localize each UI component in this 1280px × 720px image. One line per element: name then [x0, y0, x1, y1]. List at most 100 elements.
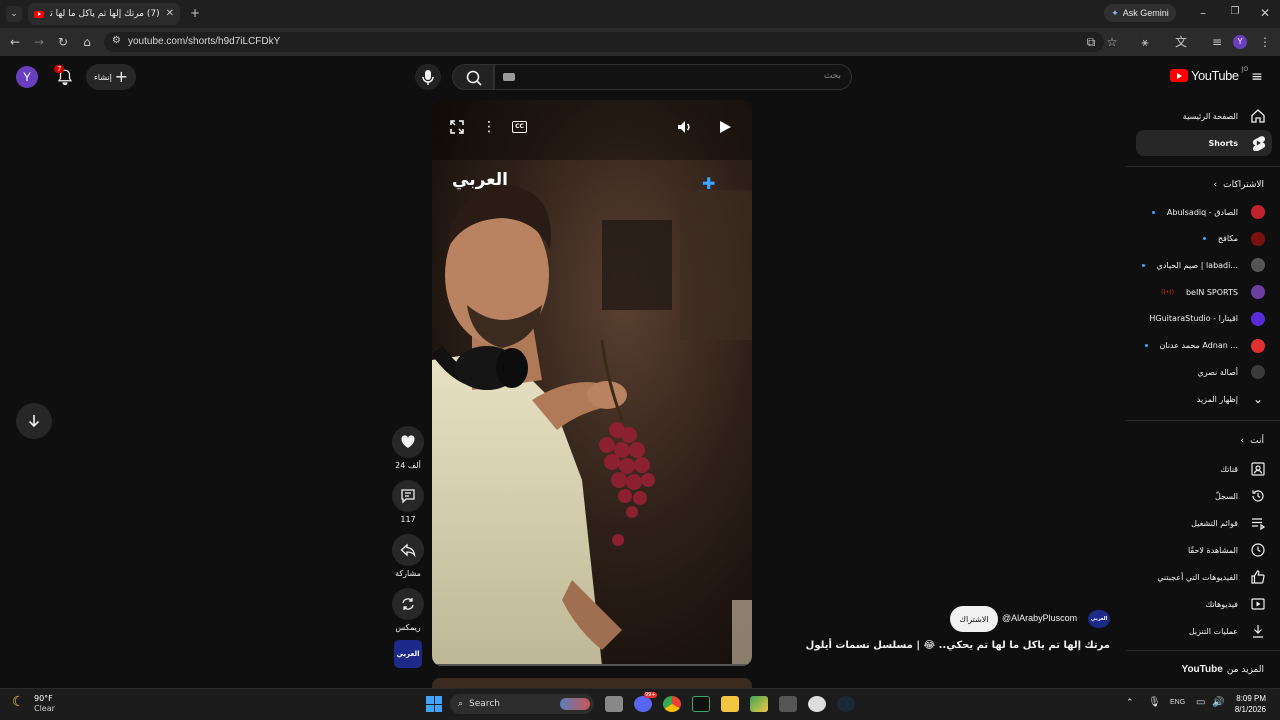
channel-avatar	[1251, 311, 1265, 326]
sidebar-channel-item[interactable]: ((•)) beIN SPORTS	[1126, 279, 1280, 305]
start-button[interactable]	[426, 696, 442, 712]
chrome-icon[interactable]	[663, 696, 681, 712]
guide-menu-icon[interactable]: ≡	[1250, 70, 1264, 84]
more-options-icon[interactable]: ⋮	[482, 120, 496, 134]
you-header[interactable]: ‹ أنت	[1241, 436, 1264, 446]
clock-time: 8:09 PM	[1236, 694, 1266, 703]
extensions-icon[interactable]: ⚹	[1138, 36, 1152, 48]
gemini-icon: ✦	[1111, 7, 1119, 18]
next-short-button[interactable]	[16, 403, 52, 439]
channel-handle[interactable]: @AlArabyPluscom	[1002, 613, 1077, 623]
sidebar-show-more[interactable]: إظهار المزيد ⌄	[1126, 386, 1280, 412]
sidebar-item-history[interactable]: السجلّ	[1126, 483, 1280, 509]
home-button[interactable]: ⌂	[80, 36, 94, 48]
play-button[interactable]	[718, 120, 732, 134]
channel-watermark: العربي	[452, 170, 508, 190]
history-label: السجلّ	[1214, 491, 1238, 501]
sidebar-item-playlists[interactable]: قوائم التشغيل	[1126, 510, 1280, 536]
sidebar-item-your-channel[interactable]: قناتك	[1126, 456, 1280, 482]
weather-temp: 90°F	[34, 694, 53, 703]
restore-window-button[interactable]: ❐	[1228, 7, 1242, 17]
sidebar-item-downloads[interactable]: عمليات التنزيل	[1126, 618, 1280, 644]
sidebar-item-liked-videos[interactable]: الفيديوهات التي أعجبتني	[1126, 564, 1280, 590]
share-button[interactable]	[392, 534, 424, 566]
app-icon[interactable]	[750, 696, 768, 712]
app-icon-2[interactable]	[779, 696, 797, 712]
sidebar-item-shorts[interactable]: Shorts	[1126, 130, 1280, 156]
fullscreen-button[interactable]	[450, 120, 464, 134]
browser-menu-icon[interactable]: ⋮	[1259, 36, 1271, 48]
task-view-icon[interactable]	[605, 696, 623, 712]
sidebar-channel-item[interactable]: محمد عدنان Adnan ...	[1126, 333, 1280, 359]
heart-icon	[401, 435, 415, 448]
clock[interactable]: 8:09 PM 8/1/2026	[1230, 693, 1266, 715]
remix-button[interactable]	[392, 588, 424, 620]
close-window-button[interactable]: ✕	[1258, 7, 1272, 19]
subscribe-button[interactable]: الاشتراك	[950, 606, 998, 632]
app-icon-3[interactable]	[808, 696, 826, 712]
sidebar-item-watch-later[interactable]: المشاهدة لاحقًا	[1126, 537, 1280, 563]
speaker-icon[interactable]: 🔊	[1212, 697, 1224, 708]
sidebar-channel-item[interactable]: Abulsadiq - الصادق	[1126, 199, 1280, 225]
new-tab-button[interactable]: +	[188, 7, 202, 19]
sidebar-channel-item[interactable]: HGuitaraStudio - اقيتارا	[1126, 306, 1280, 332]
channel-name: Abulsadiq - الصادق	[1166, 207, 1238, 217]
account-avatar[interactable]: Y	[16, 66, 38, 88]
address-bar[interactable]: ⚙ youtube.com/shorts/h9d7iLCFDkY	[104, 32, 1104, 52]
channel-avatar	[1251, 205, 1265, 219]
language-indicator[interactable]: ENG	[1170, 699, 1185, 706]
weather-widget[interactable]: 90°F Clear	[34, 694, 55, 714]
sidebar-channel-item[interactable]: أصالة نصري	[1126, 359, 1280, 385]
progress-bar[interactable]	[432, 664, 752, 666]
voice-search-button[interactable]	[415, 64, 441, 90]
youtube-logo[interactable]: YouTube JO	[1170, 66, 1248, 83]
reload-button[interactable]: ↻	[56, 36, 70, 48]
ask-gemini-button[interactable]: ✦ Ask Gemini	[1104, 4, 1176, 22]
sidebar-channel-item[interactable]: صيم الحيادي | labadi...	[1126, 252, 1280, 278]
shorts-player[interactable]: ⋮ CC العربي ✚	[432, 100, 752, 666]
site-info-icon[interactable]: ⚙	[112, 36, 121, 46]
tab-close-icon[interactable]: ✕	[166, 9, 174, 19]
bookmark-star-icon[interactable]: ☆	[1105, 36, 1119, 48]
network-icon[interactable]: ▭	[1196, 697, 1205, 708]
file-explorer-icon[interactable]	[721, 696, 739, 712]
search-button[interactable]	[452, 64, 494, 90]
captions-icon[interactable]: CC	[512, 121, 527, 133]
new-content-dot	[1141, 263, 1145, 267]
microphone-tray-icon[interactable]: 🎙	[1148, 697, 1161, 708]
terminal-app-icon[interactable]	[692, 696, 710, 712]
ask-gemini-label: Ask Gemini	[1122, 8, 1169, 18]
browser-profile-avatar[interactable]: Y	[1233, 35, 1247, 49]
comments-button[interactable]	[392, 480, 424, 512]
chevron-down-icon: ⌄	[1252, 392, 1264, 406]
volume-button[interactable]	[677, 120, 693, 134]
tray-chevron-icon[interactable]: ⌃	[1126, 698, 1134, 708]
like-button[interactable]	[392, 426, 424, 458]
sidebar-item-home[interactable]: الصفحة الرئيسية	[1126, 103, 1280, 129]
reading-list-icon[interactable]: ≡	[1210, 36, 1224, 48]
search-highlight-icon	[560, 698, 590, 710]
back-button[interactable]: ←	[8, 36, 22, 48]
taskbar-search[interactable]: ⌕ Search	[450, 694, 594, 714]
search-input[interactable]: بحث	[494, 64, 852, 90]
forward-button[interactable]: →	[32, 36, 46, 48]
channel-avatar[interactable]: العربي	[1088, 610, 1110, 628]
discord-icon[interactable]: 99+	[634, 692, 657, 712]
minimize-window-button[interactable]: –	[1196, 7, 1210, 19]
action-column: 24 ألف 117 مشاركة ريمكس العربي	[392, 426, 424, 668]
tab-search-button[interactable]: ⌄	[6, 6, 22, 22]
next-short-preview[interactable]	[432, 678, 752, 688]
install-app-icon[interactable]: ⧉	[1084, 36, 1098, 48]
weather-desc: Clear	[34, 704, 55, 713]
channel-audio-thumbnail[interactable]: العربي	[394, 640, 422, 668]
create-button[interactable]: إنشاء +	[86, 64, 136, 90]
subscriptions-header[interactable]: ‹ الاشتراكات	[1214, 180, 1264, 190]
sidebar-item-your-videos[interactable]: فيديوهاتك	[1126, 591, 1280, 617]
translate-icon[interactable]: 文	[1174, 36, 1188, 48]
sidebar-divider	[1126, 420, 1280, 421]
sidebar-channel-item[interactable]: مكافح	[1126, 226, 1280, 252]
keyboard-icon[interactable]	[503, 73, 515, 81]
notifications-button[interactable]: 7	[54, 65, 74, 86]
browser-tab[interactable]: (7) مرتك إلها تم ياكل ما لها تم بحث ✕	[28, 3, 180, 25]
steam-icon[interactable]	[837, 696, 855, 712]
